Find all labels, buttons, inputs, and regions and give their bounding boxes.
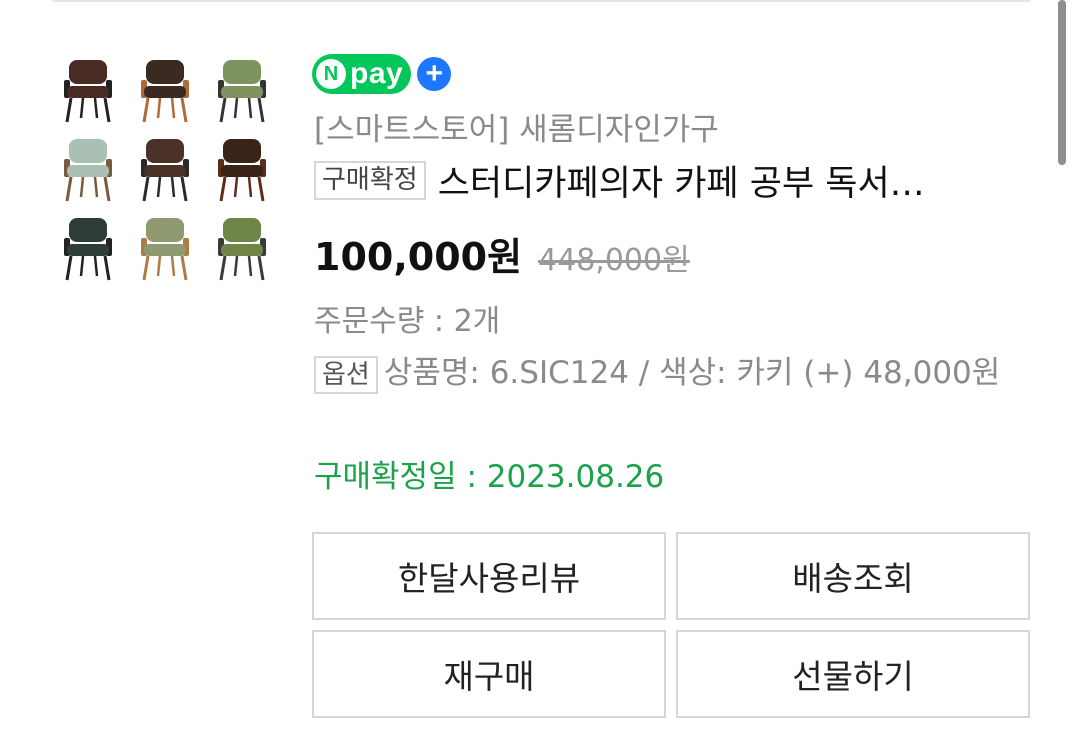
product-title[interactable]: 스터디카페의자 카페 공부 독서…	[438, 155, 1008, 206]
purchase-confirm-date: 구매확정일 : 2023.08.26	[314, 459, 665, 495]
top-divider	[52, 0, 1030, 2]
option-text: 상품명: 6.SIC124 / 색상: 카키 (+) 48,000원	[383, 355, 1001, 391]
thumbnail-chair-dark-green	[50, 209, 127, 288]
option-badge: 옵션	[314, 356, 378, 394]
original-price: 448,000원	[538, 243, 690, 278]
thumbnail-chair-brown-leather	[50, 50, 127, 129]
rebuy-button[interactable]: 재구매	[312, 630, 666, 718]
thumbnail-chair-khaki	[203, 50, 280, 129]
gift-button[interactable]: 선물하기	[676, 630, 1030, 718]
plus-icon: +	[417, 57, 452, 91]
thumbnail-chair-brown-wood	[127, 50, 204, 129]
thumbnail-chair-light-khaki	[127, 209, 204, 288]
store-name[interactable]: [스마트스토어] 새롬디자인가구	[314, 104, 719, 149]
npay-n-icon: N	[316, 59, 346, 89]
option-info: 옵션 상품명: 6.SIC124 / 색상: 카키 (+) 48,000원	[314, 347, 1014, 399]
purchase-confirmed-badge: 구매확정	[314, 160, 426, 201]
thumbnail-chair-dark-wood	[203, 129, 280, 208]
action-buttons: 한달사용리뷰 배송조회 재구매 선물하기	[312, 532, 1030, 718]
npay-text: pay	[350, 57, 404, 90]
product-title-row[interactable]: 구매확정 스터디카페의자 카페 공부 독서…	[314, 155, 1008, 206]
npay-badge: N pay	[312, 54, 412, 94]
delivery-tracking-button[interactable]: 배송조회	[676, 532, 1030, 620]
order-quantity: 주문수량 : 2개	[314, 304, 501, 339]
price-row: 100,000원 448,000원	[314, 226, 690, 281]
product-thumbnail[interactable]	[50, 50, 280, 288]
thumbnail-chair-dark-brown	[127, 129, 204, 208]
thumbnail-chair-olive	[203, 209, 280, 288]
monthly-review-button[interactable]: 한달사용리뷰	[312, 532, 666, 620]
thumbnail-chair-mint	[50, 129, 127, 208]
scrollbar[interactable]	[1058, 0, 1066, 165]
sale-price: 100,000원	[314, 235, 523, 279]
npay-plus-logo: N pay +	[312, 54, 452, 94]
